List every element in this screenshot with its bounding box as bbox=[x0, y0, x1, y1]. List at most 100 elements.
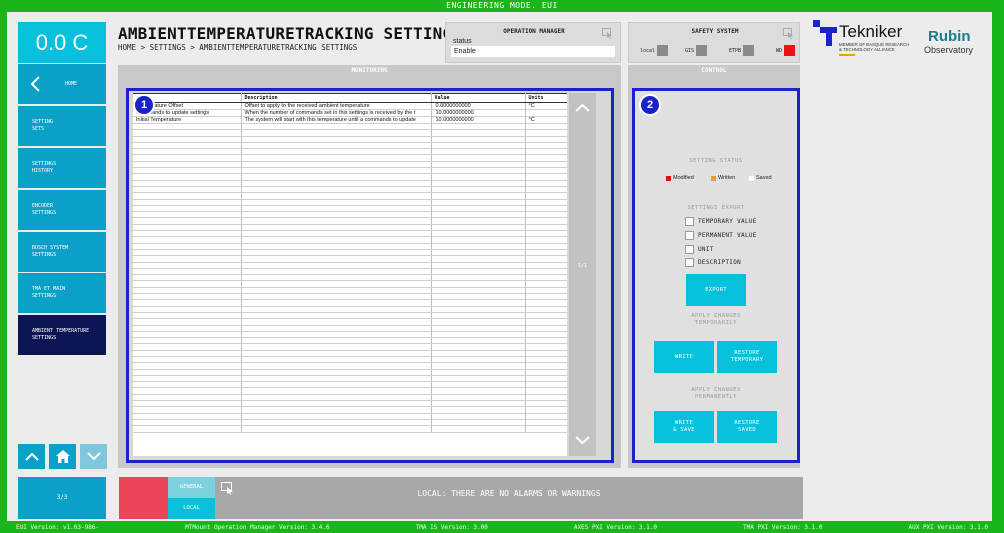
cell-value: 10.0000000000 bbox=[431, 109, 526, 117]
version-axes-pxi: AXES PXI Version: 3.1.0 bbox=[573, 524, 657, 531]
table-row[interactable]: Initial Temperature The system will start… bbox=[133, 116, 567, 124]
write-button[interactable]: WRITE bbox=[654, 341, 714, 373]
engineering-mode-banner: ENGINEERING MODE. EUI bbox=[446, 1, 558, 10]
export-button[interactable]: EXPORT bbox=[686, 274, 746, 306]
operation-manager-title: OPERATION MANAGER bbox=[503, 28, 565, 35]
cursor-window-icon[interactable] bbox=[602, 28, 613, 39]
checkbox-label: PERMANENT VALUE bbox=[698, 232, 757, 239]
nav-settings-history[interactable]: SETTINGS HISTORY bbox=[18, 148, 106, 188]
rubin-subtitle: Observatory bbox=[924, 45, 974, 55]
settings-table: Name Description Value Units Temperature… bbox=[133, 93, 567, 456]
cursor-window-icon[interactable] bbox=[783, 28, 794, 39]
operation-status-label: status bbox=[453, 38, 472, 45]
nav-encoder-settings[interactable]: ENCODER SETTINGS bbox=[18, 190, 106, 230]
version-eui: EUI Version: v1.03-986- bbox=[16, 524, 100, 531]
safety-local-indicator bbox=[657, 45, 669, 56]
checkbox-box[interactable] bbox=[685, 245, 694, 254]
tekniker-accent bbox=[839, 54, 855, 56]
safety-system-panel: SAFETY SYSTEM local GIS ETPB WD bbox=[628, 22, 800, 63]
breadcrumb: HOME > SETTINGS > AMBIENTTEMPERATURETRAC… bbox=[118, 43, 358, 52]
safety-etpb-label: ETPB bbox=[729, 47, 742, 54]
nav-item-label: TMA ET MAIN SETTINGS bbox=[32, 286, 66, 299]
chevron-down-icon bbox=[86, 452, 101, 461]
cell-description: Offset to apply to the received ambient … bbox=[241, 102, 432, 110]
checkbox-label: TEMPORARY VALUE bbox=[698, 218, 757, 225]
cell-name bbox=[133, 425, 242, 433]
nav-page-indicator: 3/3 bbox=[18, 477, 106, 519]
modified-swatch bbox=[666, 175, 671, 181]
temperature-readout: 0.0 C bbox=[18, 22, 106, 63]
home-back-button[interactable]: HOME bbox=[18, 64, 106, 104]
nav-ambient-temperature-settings[interactable]: AMBIENT TEMPERATURE SETTINGS bbox=[18, 315, 106, 355]
nav-item-label: AMBIENT TEMPERATURE SETTINGS bbox=[32, 328, 90, 341]
export-temporary-value-checkbox[interactable]: TEMPORARY VALUE bbox=[685, 217, 757, 226]
tekniker-logo-mark bbox=[813, 20, 837, 46]
cell-units bbox=[525, 425, 567, 433]
page-title: AMBIENTTEMPERATURETRACKING SETTINGS bbox=[118, 24, 463, 43]
cell-units: °C bbox=[525, 102, 567, 110]
saved-label: Saved bbox=[756, 175, 772, 181]
write-and-save-button[interactable]: WRITE & SAVE bbox=[654, 411, 714, 443]
safety-system-title: SAFETY SYSTEM bbox=[691, 28, 739, 35]
nav-item-label: SETTINGS HISTORY bbox=[32, 161, 57, 174]
nav-home-button[interactable] bbox=[49, 444, 76, 469]
safety-local-label: local bbox=[640, 47, 656, 54]
monitoring-badge: 1 bbox=[133, 94, 155, 116]
cell-value: 10.0000000000 bbox=[431, 116, 526, 124]
checkbox-box[interactable] bbox=[685, 258, 694, 267]
column-header-description: Description bbox=[241, 93, 432, 103]
nav-up-button[interactable] bbox=[18, 444, 45, 469]
operation-status-value: Enable bbox=[451, 46, 615, 57]
table-scrollbar[interactable]: 1/1 bbox=[569, 93, 596, 456]
table-page-indicator: 1/1 bbox=[577, 263, 588, 269]
safety-etpb-indicator bbox=[743, 45, 755, 56]
safety-wd: WD bbox=[776, 45, 796, 56]
tab-general[interactable]: GENERAL bbox=[168, 477, 215, 498]
safety-wd-label: WD bbox=[776, 47, 783, 54]
nav-setting-sets[interactable]: SETTING SETS bbox=[18, 106, 106, 146]
restore-temporary-button[interactable]: RESTORE TEMPORARY bbox=[717, 341, 777, 373]
cell-description: The system will start with this temperat… bbox=[241, 116, 432, 124]
table-row[interactable] bbox=[133, 425, 567, 433]
checkbox-box[interactable] bbox=[685, 217, 694, 226]
safety-etpb: ETPB bbox=[729, 45, 755, 56]
tekniker-subtitle: MEMBER OF BASQUE RESEARCH & TECHNOLOGY A… bbox=[839, 42, 910, 52]
nav-item-label: BOSCH SYSTEM SETTINGS bbox=[32, 245, 69, 258]
safety-gis: GIS bbox=[685, 45, 708, 56]
version-operation-manager: MTMount Operation Manager Version: 3.4.6 bbox=[185, 524, 330, 531]
table-row[interactable]: Temperature Offset Offset to apply to the… bbox=[133, 102, 567, 110]
version-aux-pxi: AUX PXI Version: 3.1.0 bbox=[908, 524, 988, 531]
cell-units: °C bbox=[525, 116, 567, 124]
table-header-row: Name Description Value Units bbox=[133, 93, 567, 103]
chevron-left-icon bbox=[30, 76, 40, 92]
export-unit-checkbox[interactable]: UNIT bbox=[685, 245, 714, 254]
monitoring-title: MONITORING bbox=[351, 67, 388, 74]
checkbox-box[interactable] bbox=[685, 231, 694, 240]
checkbox-label: DESCRIPTION bbox=[698, 259, 742, 266]
home-label: HOME bbox=[65, 81, 78, 87]
export-description-checkbox[interactable]: DESCRIPTION bbox=[685, 258, 741, 267]
version-tma-is: TMA IS Version: 3.00 bbox=[415, 524, 488, 531]
scroll-up-icon[interactable] bbox=[575, 103, 590, 112]
nav-tma-et-main-settings[interactable]: TMA ET MAIN SETTINGS bbox=[18, 273, 106, 313]
column-header-value: Value bbox=[431, 93, 526, 103]
nav-down-button[interactable] bbox=[80, 444, 107, 469]
cell-description: When the number of commands set in this … bbox=[241, 109, 432, 117]
modified-label: Modified bbox=[673, 175, 694, 181]
rubin-name: Rubin bbox=[928, 28, 971, 45]
saved-swatch bbox=[749, 175, 754, 181]
chevron-up-icon bbox=[24, 452, 39, 461]
safety-wd-indicator bbox=[784, 45, 796, 56]
cell-units bbox=[525, 109, 567, 117]
export-permanent-value-checkbox[interactable]: PERMANENT VALUE bbox=[685, 231, 757, 240]
nav-bosch-system-settings[interactable]: BOSCH SYSTEM SETTINGS bbox=[18, 232, 106, 272]
restore-saved-button[interactable]: RESTORE SAVED bbox=[717, 411, 777, 443]
tab-local[interactable]: LOCAL bbox=[168, 498, 215, 519]
setting-status-heading: SETTING STATUS bbox=[689, 158, 743, 164]
scroll-down-icon[interactable] bbox=[575, 436, 590, 445]
table-row[interactable]: Commands to update settings When the numb… bbox=[133, 109, 567, 117]
legend-saved: Saved bbox=[749, 175, 772, 181]
apply-permanently-heading: APPLY CHANGES PERMANENTLY bbox=[691, 387, 741, 400]
nav-item-label: SETTING SETS bbox=[32, 119, 54, 132]
cell-value: 0.0000000000 bbox=[431, 102, 526, 110]
